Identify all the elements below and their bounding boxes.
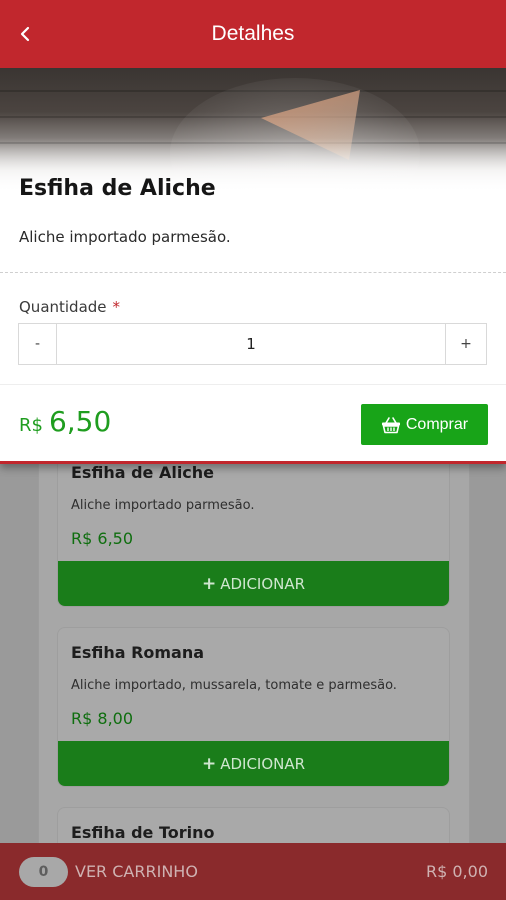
cart-count-badge: 0 xyxy=(19,856,68,887)
add-button-label: ADICIONAR xyxy=(220,574,306,593)
product-card-title: Esfiha Romana xyxy=(71,643,205,662)
cart-total: R$ 0,00 xyxy=(425,862,488,881)
product-card: Esfiha Romana Aliche importado, mussarel… xyxy=(57,627,450,787)
purchase-bar: R$ 6,50 Comprar xyxy=(0,384,506,461)
back-button[interactable] xyxy=(10,18,40,50)
product-card-title: Esfiha de Aliche xyxy=(71,463,215,482)
product-detail-modal: Esfiha de Aliche Aliche importado parmes… xyxy=(0,68,506,464)
product-description: Aliche importado parmesão. xyxy=(19,228,231,246)
price-amount: 6,50 xyxy=(48,405,112,438)
basket-icon xyxy=(381,416,400,433)
divider xyxy=(0,272,506,273)
buy-button[interactable]: Comprar xyxy=(361,404,488,445)
add-button-label: ADICIONAR xyxy=(220,754,306,773)
product-name: Esfiha de Aliche xyxy=(19,176,216,201)
quantity-stepper: - + xyxy=(18,323,487,365)
increase-quantity-button[interactable]: + xyxy=(445,324,486,364)
quantity-label: Quantidade * xyxy=(19,298,120,316)
product-card-title: Esfiha de Torino xyxy=(71,823,215,842)
view-cart-bar[interactable]: 0 VER CARRINHO R$ 0,00 xyxy=(0,843,506,900)
product-price: R$ 6,50 xyxy=(19,405,111,438)
view-cart-label: VER CARRINHO xyxy=(75,862,198,881)
product-card-price: R$ 8,00 xyxy=(71,709,134,728)
price-currency: R$ xyxy=(19,415,43,436)
add-to-cart-button[interactable]: + ADICIONAR xyxy=(58,561,449,606)
product-card-price: R$ 6,50 xyxy=(71,529,134,548)
chevron-left-icon xyxy=(20,26,30,42)
product-image xyxy=(0,68,506,193)
product-card-description: Aliche importado, mussarela, tomate e pa… xyxy=(71,678,397,693)
plus-icon: + xyxy=(201,753,217,774)
app-header: Detalhes xyxy=(0,0,506,68)
plus-icon: + xyxy=(201,573,217,594)
decrease-quantity-button[interactable]: - xyxy=(19,324,57,364)
product-card-description: Aliche importado parmesão. xyxy=(71,498,255,513)
product-card: Esfiha de Aliche Aliche importado parmes… xyxy=(57,440,450,607)
quantity-label-text: Quantidade xyxy=(19,298,107,316)
required-mark: * xyxy=(112,298,121,316)
quantity-input[interactable] xyxy=(57,324,445,364)
buy-button-label: Comprar xyxy=(405,415,469,433)
page-title: Detalhes xyxy=(211,22,295,45)
add-to-cart-button[interactable]: + ADICIONAR xyxy=(58,741,449,786)
